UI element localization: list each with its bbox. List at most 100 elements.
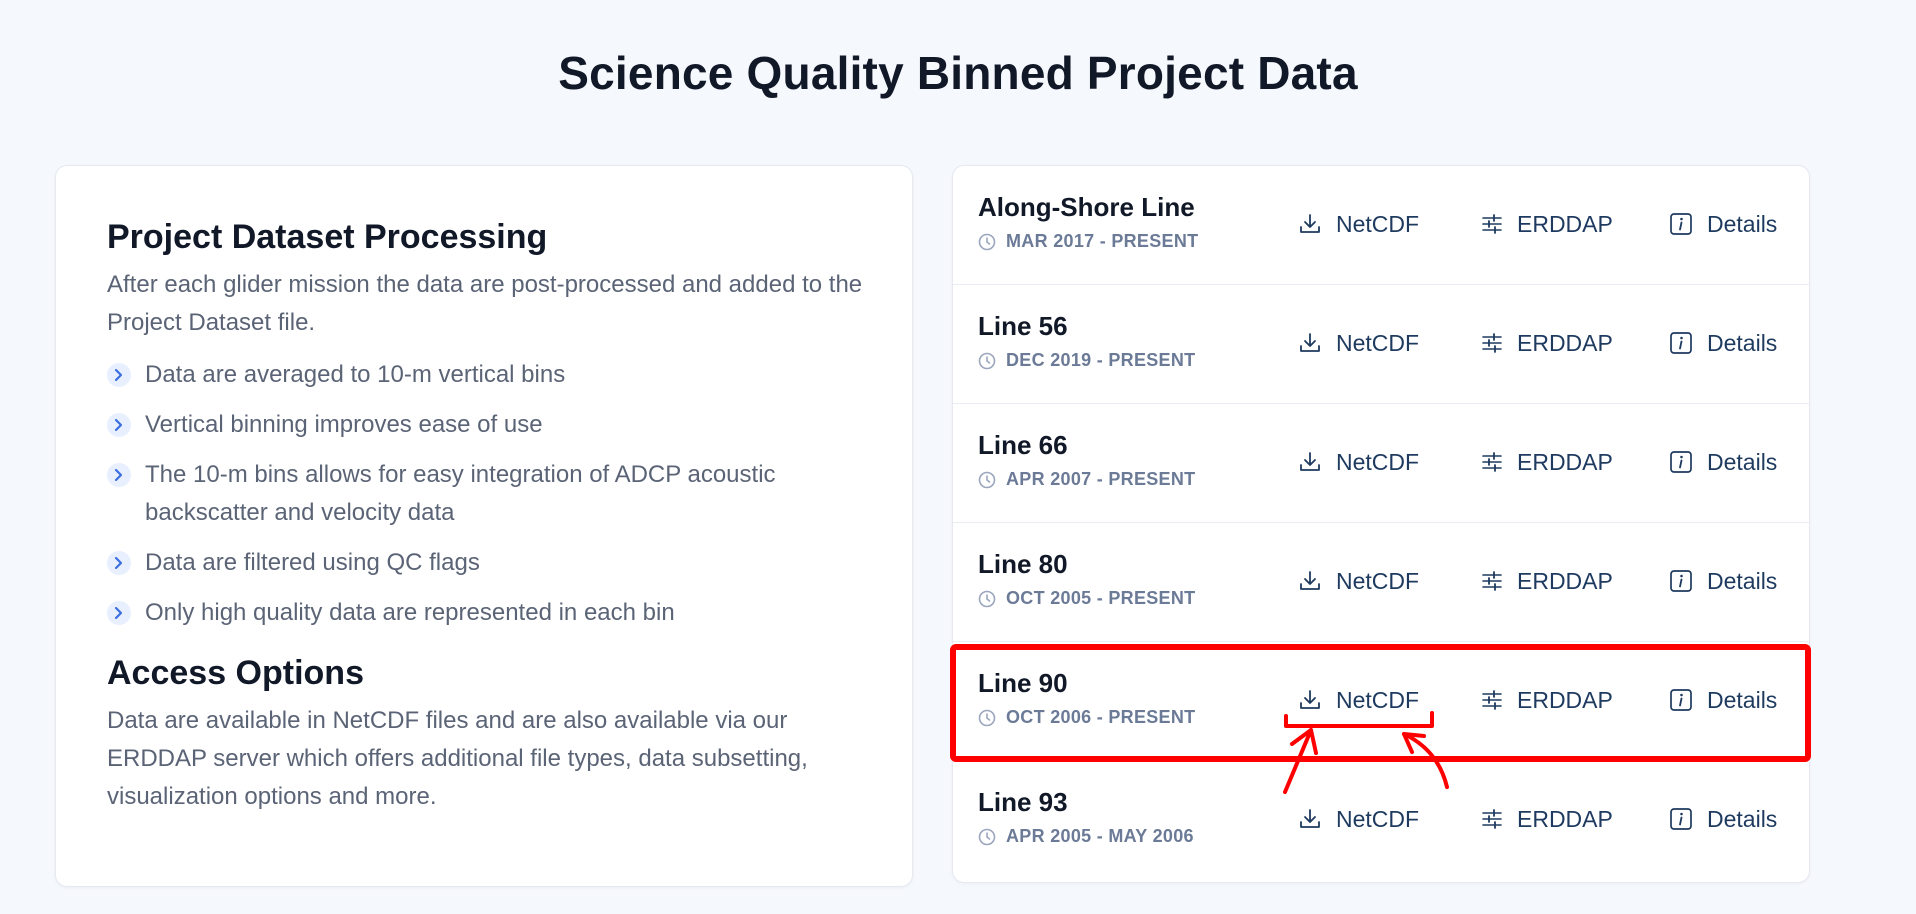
info-icon bbox=[1670, 451, 1692, 473]
info-icon bbox=[1670, 570, 1692, 592]
details-label: Details bbox=[1707, 806, 1778, 832]
info-icon bbox=[1670, 689, 1692, 711]
download-icon bbox=[1300, 214, 1320, 233]
dataset-date-text: OCT 2005 - PRESENT bbox=[1006, 588, 1196, 608]
erddap-link[interactable]: ERDDAP bbox=[1481, 804, 1613, 834]
clock-icon bbox=[978, 233, 996, 250]
list-item: The 10-m bins allows for easy integratio… bbox=[107, 456, 887, 532]
details-link[interactable]: Details bbox=[1669, 566, 1777, 596]
dataset-date-range: APR 2005 - MAY 2006 bbox=[978, 826, 1194, 847]
info-icon bbox=[1670, 332, 1692, 354]
clock-icon bbox=[978, 590, 996, 607]
page-title: Science Quality Binned Project Data bbox=[558, 47, 1358, 99]
download-icon bbox=[1300, 333, 1320, 352]
clock-icon bbox=[978, 828, 996, 845]
erddap-link[interactable]: ERDDAP bbox=[1481, 328, 1613, 358]
netcdf-download-link[interactable]: NetCDF bbox=[1298, 447, 1419, 477]
dataset-date-text: MAR 2017 - PRESENT bbox=[1006, 231, 1199, 251]
chevron-right-icon bbox=[107, 601, 131, 625]
dataset-date-text: APR 2007 - PRESENT bbox=[1006, 469, 1196, 489]
dataset-date-text: OCT 2006 - PRESENT bbox=[1006, 707, 1196, 727]
details-label: Details bbox=[1707, 211, 1778, 237]
processing-intro: After each glider mission the data are p… bbox=[107, 271, 863, 336]
details-link[interactable]: Details bbox=[1669, 685, 1777, 715]
details-link[interactable]: Details bbox=[1669, 804, 1777, 834]
sliders-icon bbox=[1482, 571, 1502, 591]
netcdf-label: NetCDF bbox=[1336, 687, 1420, 713]
sliders-icon bbox=[1482, 333, 1502, 353]
dataset-row-line-90: Line 90 OCT 2006 - PRESENT NetCDF ERDDAP… bbox=[953, 642, 1809, 761]
clock-icon bbox=[978, 709, 996, 726]
details-link[interactable]: Details bbox=[1669, 209, 1777, 239]
dataset-row-line-56: Line 56 DEC 2019 - PRESENT NetCDF ERDDAP… bbox=[953, 285, 1809, 404]
netcdf-download-link[interactable]: NetCDF bbox=[1298, 804, 1419, 834]
dataset-date-range: OCT 2006 - PRESENT bbox=[978, 707, 1195, 728]
dataset-name: Line 93 bbox=[978, 787, 1068, 817]
netcdf-label: NetCDF bbox=[1336, 568, 1420, 594]
details-link[interactable]: Details bbox=[1669, 328, 1777, 358]
processing-heading: Project Dataset Processing bbox=[107, 218, 548, 256]
download-icon bbox=[1300, 571, 1320, 590]
dataset-date-text: APR 2005 - MAY 2006 bbox=[1006, 826, 1194, 846]
erddap-label: ERDDAP bbox=[1517, 449, 1613, 475]
dataset-date-range: OCT 2005 - PRESENT bbox=[978, 588, 1195, 609]
list-item: Only high quality data are represented i… bbox=[107, 594, 887, 632]
list-item: Data are filtered using QC flags bbox=[107, 544, 887, 582]
details-label: Details bbox=[1707, 449, 1778, 475]
chevron-right-icon bbox=[107, 463, 131, 487]
erddap-link[interactable]: ERDDAP bbox=[1481, 685, 1613, 715]
info-icon bbox=[1670, 213, 1692, 235]
details-label: Details bbox=[1707, 568, 1778, 594]
dataset-date-range: APR 2007 - PRESENT bbox=[978, 469, 1195, 490]
clock-icon bbox=[978, 352, 996, 369]
bullet-text: Only high quality data are represented i… bbox=[145, 599, 675, 626]
access-heading: Access Options bbox=[107, 654, 364, 692]
download-icon bbox=[1300, 809, 1320, 828]
dataset-name: Line 66 bbox=[978, 430, 1068, 460]
sliders-icon bbox=[1482, 452, 1502, 472]
erddap-label: ERDDAP bbox=[1517, 806, 1613, 832]
dataset-date-range: DEC 2019 - PRESENT bbox=[978, 350, 1195, 371]
netcdf-label: NetCDF bbox=[1336, 449, 1420, 475]
chevron-right-icon bbox=[107, 363, 131, 387]
list-item: Vertical binning improves ease of use bbox=[107, 406, 887, 444]
list-item: Data are averaged to 10-m vertical bins bbox=[107, 356, 887, 394]
erddap-label: ERDDAP bbox=[1517, 568, 1613, 594]
dataset-name: Along-Shore Line bbox=[978, 192, 1195, 222]
processing-bullet-list: Data are averaged to 10-m vertical bins … bbox=[107, 356, 887, 632]
netcdf-download-link[interactable]: NetCDF bbox=[1298, 328, 1419, 358]
dataset-row-along-shore-line: Along-Shore Line MAR 2017 - PRESENT NetC… bbox=[953, 166, 1809, 285]
netcdf-download-link[interactable]: NetCDF bbox=[1298, 209, 1419, 239]
dataset-date-text: DEC 2019 - PRESENT bbox=[1006, 350, 1196, 370]
netcdf-download-link[interactable]: NetCDF bbox=[1298, 566, 1419, 596]
dataset-row-line-80: Line 80 OCT 2005 - PRESENT NetCDF ERDDAP… bbox=[953, 523, 1809, 642]
erddap-link[interactable]: ERDDAP bbox=[1481, 566, 1613, 596]
bullet-text: Data are filtered using QC flags bbox=[145, 549, 480, 576]
erddap-link[interactable]: ERDDAP bbox=[1481, 209, 1613, 239]
dataset-row-line-93: Line 93 APR 2005 - MAY 2006 NetCDF ERDDA… bbox=[953, 761, 1809, 880]
dataset-name: Line 90 bbox=[978, 668, 1068, 698]
bullet-text: The 10-m bins allows for easy integratio… bbox=[145, 461, 776, 526]
dataset-list: Along-Shore Line MAR 2017 - PRESENT NetC… bbox=[952, 165, 1810, 883]
dataset-name: Line 56 bbox=[978, 311, 1068, 341]
netcdf-download-link[interactable]: NetCDF bbox=[1298, 685, 1419, 715]
dataset-date-range: MAR 2017 - PRESENT bbox=[978, 231, 1198, 252]
netcdf-label: NetCDF bbox=[1336, 211, 1420, 237]
download-icon bbox=[1300, 690, 1320, 709]
details-link[interactable]: Details bbox=[1669, 447, 1777, 477]
bullet-text: Data are averaged to 10-m vertical bins bbox=[145, 361, 566, 388]
erddap-label: ERDDAP bbox=[1517, 211, 1613, 237]
chevron-right-icon bbox=[107, 551, 131, 575]
netcdf-label: NetCDF bbox=[1336, 806, 1420, 832]
details-label: Details bbox=[1707, 687, 1778, 713]
details-label: Details bbox=[1707, 330, 1778, 356]
erddap-label: ERDDAP bbox=[1517, 330, 1613, 356]
processing-card: Project Dataset Processing After each gl… bbox=[55, 165, 913, 887]
erddap-label: ERDDAP bbox=[1517, 687, 1613, 713]
access-text: Data are available in NetCDF files and a… bbox=[107, 707, 808, 810]
dataset-name: Line 80 bbox=[978, 549, 1068, 579]
bullet-text: Vertical binning improves ease of use bbox=[145, 411, 543, 438]
sliders-icon bbox=[1482, 809, 1502, 829]
sliders-icon bbox=[1482, 214, 1502, 234]
erddap-link[interactable]: ERDDAP bbox=[1481, 447, 1613, 477]
